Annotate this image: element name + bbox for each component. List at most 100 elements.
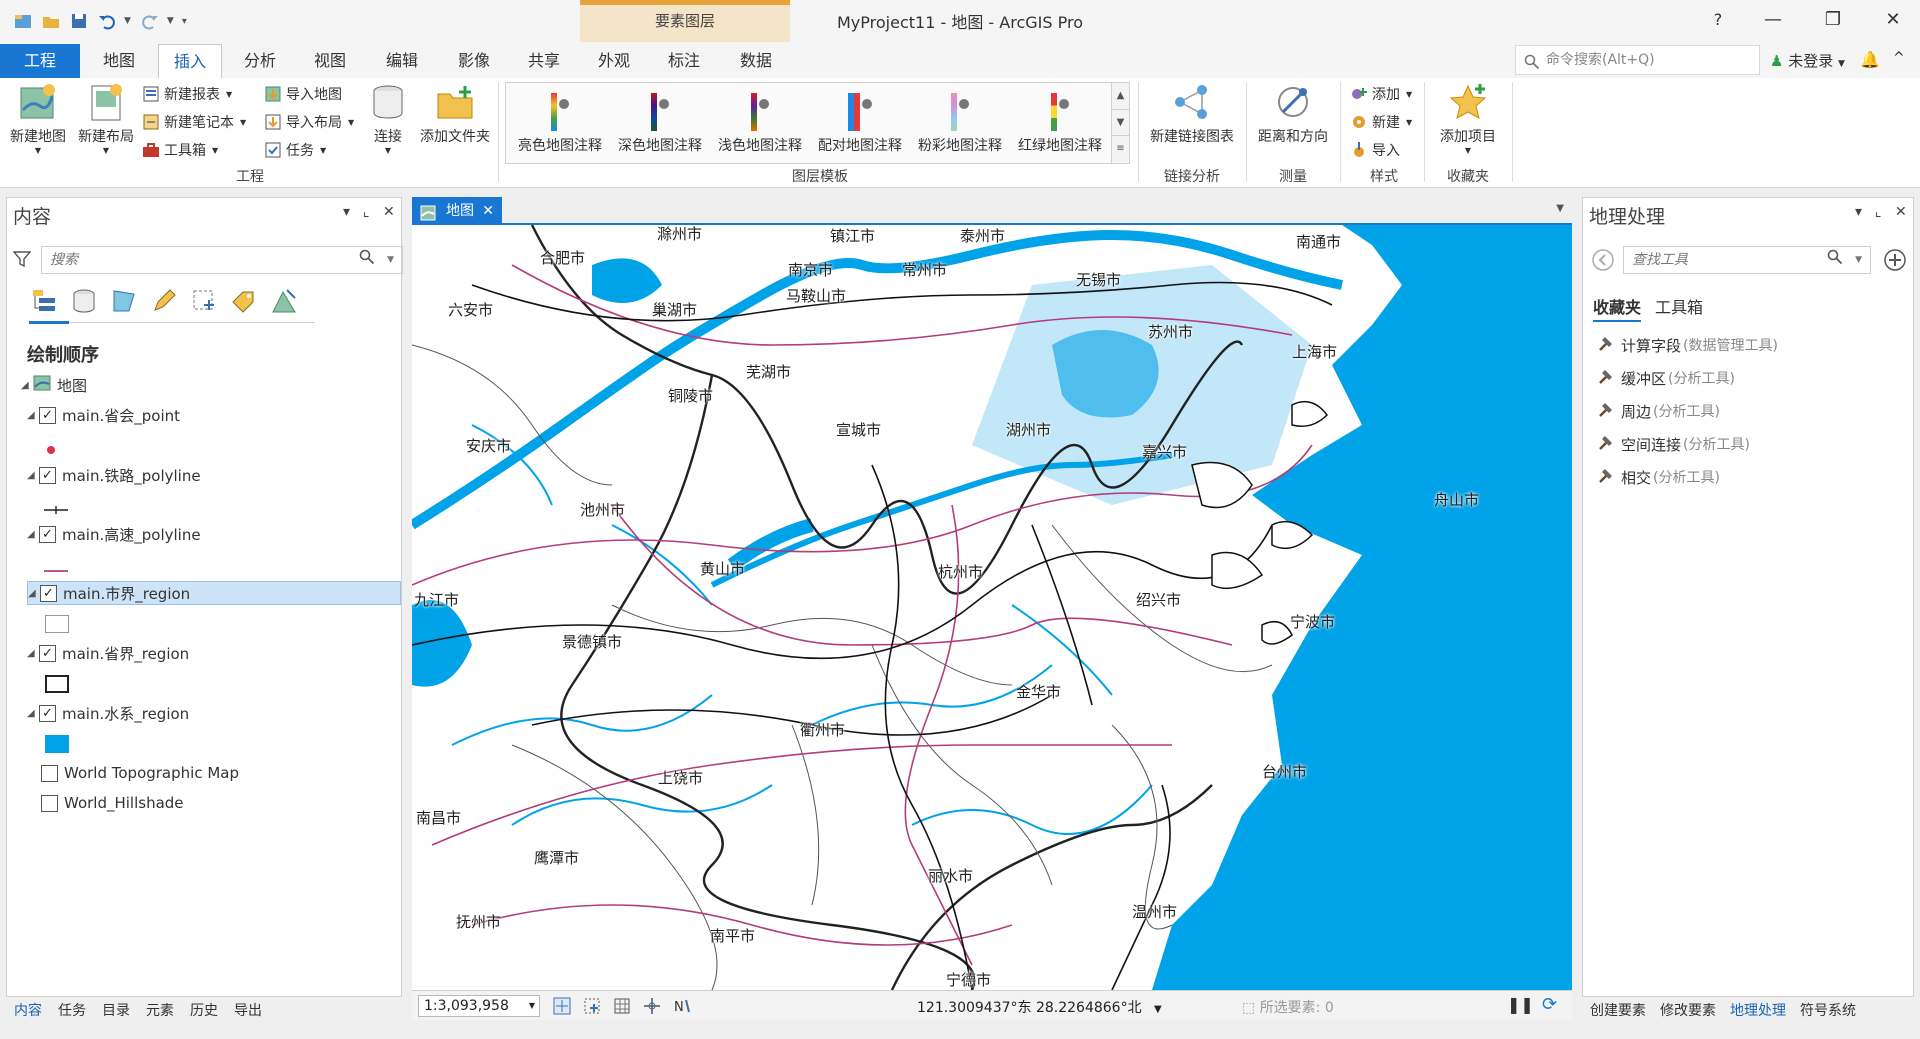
- template-redgreen-annotation[interactable]: 红绿地图注释: [1010, 91, 1110, 155]
- collapse-triangle-icon[interactable]: ◢: [27, 648, 39, 659]
- add-item-button[interactable]: 添加项目 ▼: [1428, 82, 1508, 155]
- new-report-button[interactable]: 新建报表 ▼: [142, 82, 232, 106]
- distance-direction-button[interactable]: 距离和方向: [1250, 82, 1336, 146]
- toc-layer[interactable]: ◢ ✓ main.铁路_polyline: [27, 463, 201, 487]
- water-symbol-icon[interactable]: [45, 735, 69, 753]
- close-button[interactable]: ✕: [1878, 7, 1908, 33]
- command-search-input[interactable]: 命令搜索(Alt+Q): [1515, 45, 1760, 75]
- tab-insert[interactable]: 插入: [158, 44, 222, 78]
- pause-drawing-icon[interactable]: ❚❚: [1507, 995, 1534, 1014]
- chevron-down-icon[interactable]: ▼: [1556, 203, 1564, 214]
- new-notebook-button[interactable]: 新建笔记本 ▼: [142, 110, 246, 134]
- layer-visibility-checkbox[interactable]: ✓: [39, 466, 56, 484]
- tab-toolboxes[interactable]: 工具箱: [1655, 294, 1703, 318]
- toc-layer[interactable]: ◢ ✓ main.高速_polyline: [27, 522, 201, 546]
- collapse-triangle-icon[interactable]: ◢: [27, 708, 39, 719]
- dock-tab-geoprocessing[interactable]: 地理处理: [1730, 1000, 1786, 1020]
- template-light-annotation[interactable]: 浅色地图注释: [710, 91, 810, 155]
- snapping-icon[interactable]: [582, 996, 602, 1020]
- tab-view[interactable]: 视图: [302, 44, 358, 78]
- tab-analysis[interactable]: 分析: [232, 44, 288, 78]
- collapse-triangle-icon[interactable]: ◢: [27, 410, 39, 421]
- add-style-button[interactable]: 添加 ▼: [1350, 82, 1412, 106]
- chevron-down-icon[interactable]: ▼: [1855, 247, 1862, 273]
- dock-tab-export[interactable]: 导出: [234, 1000, 262, 1020]
- find-tools-input[interactable]: 查找工具 ▼: [1623, 246, 1871, 274]
- chevron-down-icon[interactable]: ▼: [387, 247, 394, 273]
- toc-layer-selected[interactable]: ◢ ✓ main.市界_region: [27, 581, 401, 605]
- template-pastel-annotation[interactable]: 粉彩地图注释: [910, 91, 1010, 155]
- new-map-button[interactable]: 新建地图 ▼: [4, 82, 72, 155]
- collapse-ribbon-icon[interactable]: ^: [1893, 50, 1905, 66]
- toc-layer[interactable]: ◢ ✓ main.省界_region: [27, 641, 189, 665]
- pane-options-icon[interactable]: ▾: [1855, 204, 1862, 220]
- tab-edit[interactable]: 编辑: [374, 44, 430, 78]
- dock-tab-symbology[interactable]: 符号系统: [1800, 1000, 1856, 1020]
- import-map-button[interactable]: 导入地图: [264, 82, 342, 106]
- pin-icon[interactable]: ⌞: [1875, 204, 1882, 220]
- close-tab-icon[interactable]: ✕: [482, 197, 494, 225]
- tab-favorites[interactable]: 收藏夹: [1593, 294, 1642, 322]
- tab-appearance[interactable]: 外观: [586, 44, 642, 78]
- dock-tab-create-features[interactable]: 创建要素: [1590, 1000, 1646, 1020]
- province-boundary-symbol-icon[interactable]: [45, 675, 69, 693]
- chevron-down-icon[interactable]: ▼: [529, 996, 535, 1016]
- north-arrow-icon[interactable]: N: [672, 996, 692, 1020]
- close-pane-icon[interactable]: ✕: [1895, 204, 1907, 220]
- open-project-icon[interactable]: [40, 10, 62, 32]
- redo-icon[interactable]: [139, 10, 161, 32]
- add-toolbox-icon[interactable]: [1883, 248, 1907, 276]
- list-by-selection-icon[interactable]: [109, 286, 139, 316]
- dock-tab-contents[interactable]: 内容: [14, 1000, 42, 1020]
- collapse-triangle-icon[interactable]: ◢: [27, 529, 39, 540]
- template-paired-annotation[interactable]: 配对地图注释: [810, 91, 910, 155]
- tab-map[interactable]: 地图: [90, 44, 148, 78]
- add-folder-button[interactable]: 添加文件夹: [416, 82, 494, 146]
- refresh-icon[interactable]: ⟳: [1542, 994, 1557, 1015]
- pane-options-icon[interactable]: ▾: [343, 204, 350, 220]
- tab-project[interactable]: 工程: [0, 44, 80, 78]
- dock-tab-modify-features[interactable]: 修改要素: [1660, 1000, 1716, 1020]
- layer-visibility-checkbox[interactable]: ✓: [39, 525, 56, 543]
- list-by-drawing-order-icon[interactable]: [29, 286, 59, 316]
- tool-item[interactable]: 空间连接 (分析工具): [1597, 433, 1750, 455]
- grid-icon[interactable]: [612, 996, 632, 1020]
- toc-basemap-layer[interactable]: World Topographic Map: [41, 761, 239, 785]
- back-arrow-icon[interactable]: [1591, 248, 1615, 276]
- minimize-button[interactable]: —: [1758, 7, 1788, 33]
- tool-item[interactable]: 缓冲区 (分析工具): [1597, 367, 1735, 389]
- layer-visibility-checkbox[interactable]: ✓: [39, 406, 56, 424]
- tab-share[interactable]: 共享: [516, 44, 572, 78]
- highway-symbol-icon[interactable]: [43, 563, 69, 579]
- correction-icon[interactable]: [642, 996, 662, 1020]
- railway-symbol-icon[interactable]: [43, 503, 69, 519]
- chevron-down-icon[interactable]: ▼: [1112, 109, 1129, 135]
- restore-button[interactable]: ❐: [1818, 7, 1848, 33]
- layer-visibility-checkbox[interactable]: [41, 764, 58, 782]
- customize-qat-icon[interactable]: ▾: [182, 16, 187, 27]
- layer-visibility-checkbox[interactable]: [41, 794, 58, 812]
- new-link-chart-button[interactable]: 新建链接图表: [1142, 82, 1242, 146]
- pin-icon[interactable]: ⌞: [363, 204, 370, 220]
- scale-selector[interactable]: 1:3,093,958 ▼: [418, 995, 540, 1017]
- tab-data[interactable]: 数据: [728, 44, 784, 78]
- tab-imagery[interactable]: 影像: [446, 44, 502, 78]
- list-by-labeling-icon[interactable]: [229, 286, 259, 316]
- collapse-triangle-icon[interactable]: ◢: [27, 470, 39, 481]
- import-style-button[interactable]: 导入: [1350, 138, 1400, 162]
- selected-features-count[interactable]: ⬚ 所选要素: 0: [1242, 997, 1334, 1017]
- dock-tab-catalog[interactable]: 目录: [102, 1000, 130, 1020]
- undo-dropdown-icon[interactable]: ▼: [124, 16, 131, 26]
- toc-map-node[interactable]: ◢ 地图: [21, 373, 87, 397]
- city-boundary-symbol-icon[interactable]: [45, 615, 69, 633]
- list-by-data-source-icon[interactable]: [69, 286, 99, 316]
- task-button[interactable]: 任务 ▼: [264, 138, 326, 162]
- list-by-snapping-icon[interactable]: [189, 286, 219, 316]
- toolbox-button[interactable]: 工具箱 ▼: [142, 138, 218, 162]
- collapse-triangle-icon[interactable]: ◢: [28, 588, 40, 599]
- toc-basemap-layer[interactable]: World_Hillshade: [41, 791, 184, 815]
- expand-gallery-icon[interactable]: ≡: [1112, 135, 1129, 161]
- collapse-triangle-icon[interactable]: ◢: [21, 380, 33, 391]
- undo-icon[interactable]: [96, 10, 118, 32]
- tool-item[interactable]: 周边 (分析工具): [1597, 400, 1720, 422]
